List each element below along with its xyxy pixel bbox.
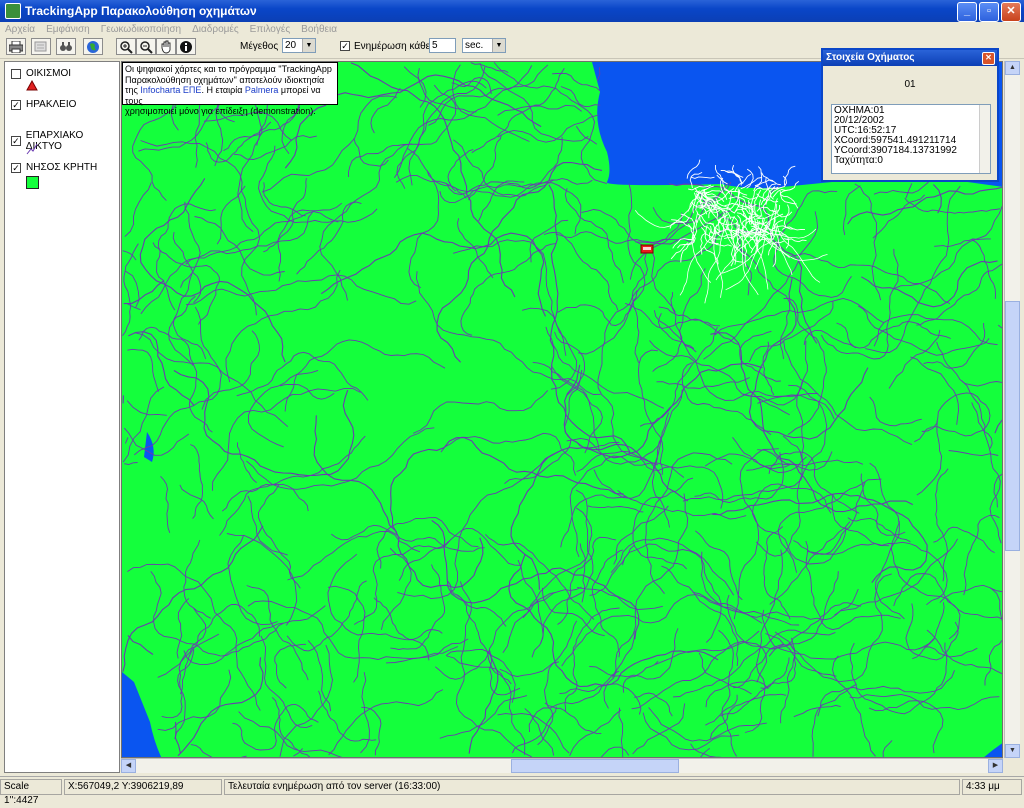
vehicle-id: 01	[904, 79, 916, 90]
copyright-text: της	[125, 85, 141, 95]
copyright-notice: Οι ψηφιακοί χάρτες και το πρόγραμμα ''Tr…	[122, 62, 338, 116]
vehicle-details-list[interactable]: ΟΧΗΜΑ:01 20/12/2002 UTC:16:52:17 XCoord:…	[831, 104, 991, 174]
vertical-scrollbar[interactable]: ▲ ▼	[1004, 61, 1020, 758]
copyright-line: χρησιμοποιεί μόνο για επίδειξη (demonstr…	[125, 106, 316, 116]
status-message: Τελευταία ενημέρωση από τον server (16:3…	[224, 779, 960, 795]
interval-input[interactable]: 5	[429, 38, 456, 53]
vehicle-marker[interactable]	[640, 244, 654, 254]
menu-geocoding[interactable]: Γεωκωδικοποίηση	[96, 24, 187, 35]
scale-readout: Scale 1'':4427	[0, 779, 62, 806]
layer-crete-island[interactable]: ✓ ΝΗΣΟΣ ΚΡΗΤΗ	[11, 162, 97, 173]
scroll-left-icon[interactable]: ◀	[121, 759, 136, 773]
layer-label: ΗΡΑΚΛΕΙΟ	[26, 99, 77, 110]
pan-button[interactable]	[156, 38, 176, 55]
zoom-out-button[interactable]	[136, 38, 156, 55]
window-title: TrackingApp Παρακολούθηση οχημάτων	[25, 4, 257, 18]
layers-icon	[34, 41, 47, 51]
layer-checkbox[interactable]: ✓	[11, 136, 21, 146]
zoom-in-button[interactable]	[116, 38, 136, 55]
maximize-button[interactable]: ▫	[979, 2, 999, 22]
print-button[interactable]	[6, 38, 26, 55]
road-line-icon	[26, 143, 38, 155]
menu-options[interactable]: Επιλογές	[245, 24, 296, 35]
close-button[interactable]: ✕	[1001, 2, 1021, 22]
menu-files[interactable]: Αρχεία	[0, 24, 41, 35]
layers-button[interactable]	[31, 38, 51, 55]
scroll-right-icon[interactable]: ▶	[988, 759, 1003, 773]
vehicle-detail-row: Ταχύτητα:0	[834, 155, 883, 166]
size-label: Μέγεθος	[240, 41, 279, 52]
zoom-in-icon	[120, 40, 133, 54]
menu-view[interactable]: Εμφάνιση	[41, 24, 96, 35]
size-value: 20	[285, 40, 297, 51]
copyright-text: . Η εταιρία	[201, 85, 245, 95]
details-scrollbar[interactable]	[979, 105, 990, 173]
layer-settlements[interactable]: ΟΙΚΙΣΜΟΙ	[11, 68, 71, 79]
copyright-line: Παρακολούθηση οχημάτων'' αποτελούν ιδιοκ…	[125, 74, 325, 85]
land-swatch-icon	[26, 176, 39, 189]
interval-value: 5	[432, 40, 438, 51]
chevron-down-icon: ▼	[492, 39, 505, 52]
find-button[interactable]	[56, 38, 76, 55]
layer-checkbox[interactable]: ✓	[11, 162, 21, 173]
layer-label: ΟΙΚΙΣΜΟΙ	[26, 68, 72, 79]
binoculars-icon	[60, 41, 72, 51]
palmera-link[interactable]: Palmera	[245, 85, 279, 95]
print-icon	[9, 40, 23, 53]
app-icon	[5, 3, 21, 19]
vertical-scroll-thumb[interactable]	[1005, 301, 1020, 551]
chevron-down-icon: ▼	[302, 39, 315, 52]
coordinate-readout: X:567049,2 Y:3906219,89	[64, 779, 222, 795]
scroll-up-icon[interactable]: ▲	[1005, 61, 1020, 75]
infocharta-link[interactable]: Infocharta ΕΠΕ	[140, 85, 201, 95]
vehicle-info-close-button[interactable]: ✕	[982, 52, 995, 65]
globe-button[interactable]	[83, 38, 103, 55]
info-icon	[180, 40, 192, 53]
zoom-out-icon	[140, 40, 153, 54]
globe-icon	[87, 40, 99, 53]
vehicle-info-window: Στοιχεία Οχήματος ✕ 01 ΟΧΗΜΑ:01 20/12/20…	[821, 48, 999, 182]
clock: 4:33 μμ	[962, 779, 1022, 795]
minimize-button[interactable]: _	[957, 2, 977, 22]
title-bar: TrackingApp Παρακολούθηση οχημάτων _ ▫ ✕	[0, 0, 1024, 22]
settlement-triangle-icon	[26, 80, 38, 91]
layer-checkbox[interactable]: ✓	[11, 99, 21, 110]
pan-hand-icon	[161, 40, 171, 53]
layer-label: ΕΠΑΡΧΙΑΚΟ ΔΙΚΤΥΟ	[25, 130, 84, 152]
menu-help[interactable]: Βοήθεια	[296, 24, 343, 35]
horizontal-scrollbar[interactable]: ◀ ▶	[121, 758, 1003, 773]
vehicle-info-title: Στοιχεία Οχήματος	[826, 52, 915, 63]
update-checkbox[interactable]: ✓	[340, 41, 350, 51]
menu-routes[interactable]: Διαδρομές	[187, 24, 245, 35]
vehicle-info-title-bar: Στοιχεία Οχήματος ✕	[823, 50, 997, 66]
horizontal-scroll-thumb[interactable]	[511, 759, 679, 773]
size-select[interactable]: 20 ▼	[282, 38, 316, 53]
layer-checkbox[interactable]	[11, 68, 21, 79]
info-button[interactable]	[176, 38, 196, 55]
copyright-line: Οι ψηφιακοί χάρτες και το πρόγραμμα ''Tr…	[125, 64, 332, 74]
layer-label: ΝΗΣΟΣ ΚΡΗΤΗ	[26, 162, 98, 173]
layer-panel: ΟΙΚΙΣΜΟΙ ✓ ΗΡΑΚΛΕΙΟ ✓ ΕΠΑΡΧΙΑΚΟ ΔΙΚΤΥΟ ✓…	[4, 61, 120, 773]
layer-heraklion[interactable]: ✓ ΗΡΑΚΛΕΙΟ	[11, 99, 76, 110]
status-bar: Scale 1'':4427 X:567049,2 Y:3906219,89 Τ…	[0, 776, 1024, 806]
update-label: Ενημέρωση κάθε	[354, 41, 431, 52]
menu-bar: Αρχεία Εμφάνιση Γεωκωδικοποίηση Διαδρομέ…	[0, 22, 1024, 36]
unit-select[interactable]: sec. ▼	[462, 38, 506, 53]
scroll-down-icon[interactable]: ▼	[1005, 744, 1020, 758]
unit-value: sec.	[465, 40, 484, 51]
